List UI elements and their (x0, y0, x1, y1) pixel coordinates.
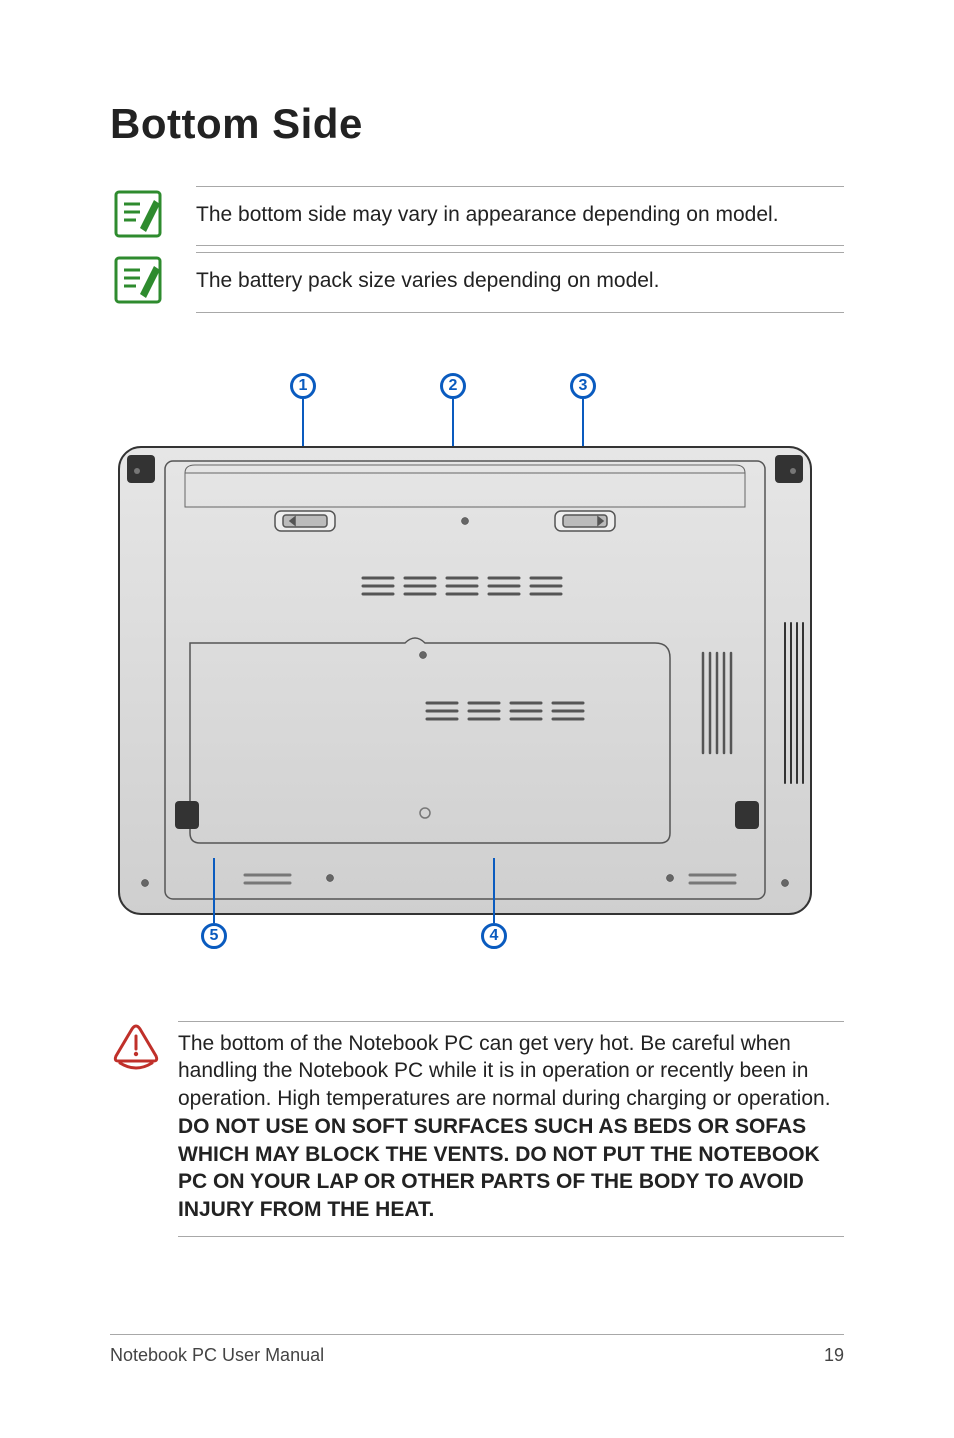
page-footer: Notebook PC User Manual 19 (110, 1334, 844, 1366)
callout-3: 3 (570, 373, 596, 399)
note-text: The battery pack size varies depending o… (196, 252, 844, 312)
footer-title: Notebook PC User Manual (110, 1345, 324, 1366)
callout-1: 1 (290, 373, 316, 399)
note-row: The bottom side may vary in appearance d… (110, 186, 844, 246)
note-icon (110, 186, 166, 242)
warning-lead: The bottom of the Notebook PC can get ve… (178, 1032, 831, 1110)
callout-2: 2 (440, 373, 466, 399)
callout-4: 4 (481, 923, 507, 949)
callout-5: 5 (201, 923, 227, 949)
note-text: The bottom side may vary in appearance d… (196, 186, 844, 246)
note-row: The battery pack size varies depending o… (110, 252, 844, 312)
laptop-bottom-illustration (115, 443, 815, 918)
page-title: Bottom Side (110, 100, 844, 148)
callout-line (213, 858, 215, 923)
warning-bold: DO NOT USE ON SOFT SURFACES SUCH AS BEDS… (178, 1115, 820, 1221)
callout-line (493, 858, 495, 923)
warning-row: The bottom of the Notebook PC can get ve… (110, 1021, 844, 1237)
warning-text: The bottom of the Notebook PC can get ve… (178, 1021, 844, 1237)
page-number: 19 (824, 1345, 844, 1366)
laptop-bottom-diagram: 1 2 3 (110, 373, 844, 993)
warning-icon (110, 1021, 162, 1073)
note-icon (110, 252, 166, 308)
